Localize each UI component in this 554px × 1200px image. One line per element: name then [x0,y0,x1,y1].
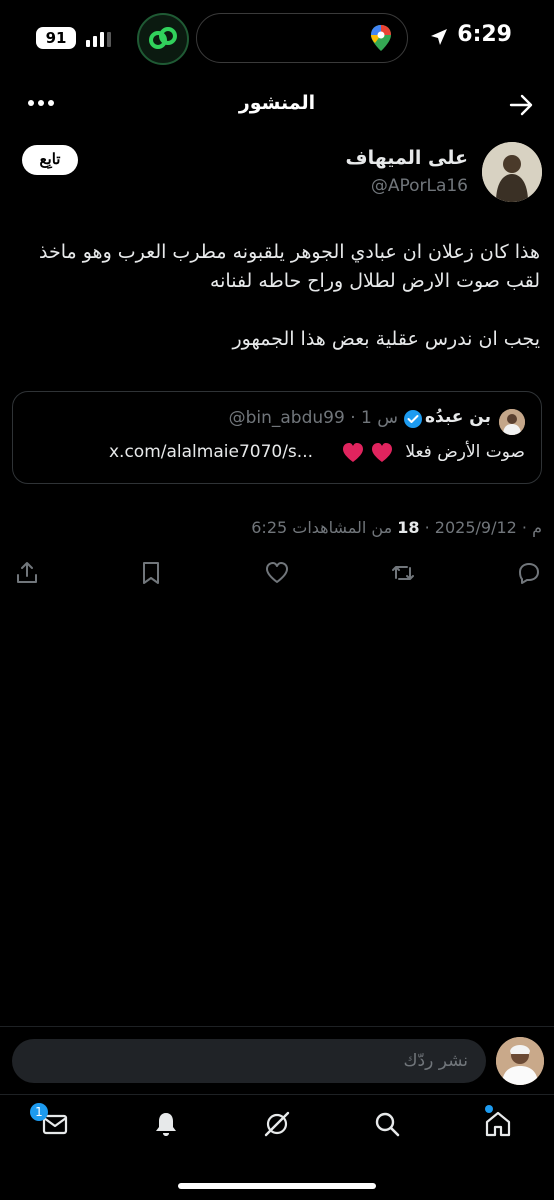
page-title: المنشور [238,92,316,114]
post-actions [0,560,554,590]
messages-badge: 1 [30,1103,48,1121]
quote-text: صوت الأرض فعلا [405,442,525,462]
signal-icon [86,29,112,47]
share-icon[interactable] [14,560,40,586]
bottom-navigation: 1 [0,1094,554,1164]
quoted-post-card[interactable]: بن عبدُه @bin_abdu99 · 1 س صوت الأرض فعل… [12,391,542,484]
repost-icon[interactable] [390,560,416,586]
status-time: 6:29 [457,22,512,47]
search-icon[interactable] [372,1109,402,1139]
follow-button[interactable]: تابِع [22,145,78,175]
author-name[interactable]: على الميهاف [346,147,468,169]
quote-avatar [499,409,525,435]
bookmark-icon[interactable] [138,560,164,586]
home-indicator [178,1183,376,1189]
reply-bar [0,1026,554,1092]
heart-emoji-icon [343,443,392,462]
my-avatar[interactable] [496,1037,544,1085]
more-horizontal-icon[interactable] [28,100,54,108]
status-bar: 6:29 91 [0,0,554,78]
post-meta: 6:25 م · 2025/9/12 · 18 من المشاهدات [251,518,542,537]
grok-icon[interactable] [262,1109,292,1139]
quote-author-name: بن عبدُه [424,407,491,427]
views-count: 18 [397,518,420,537]
home-notification-dot [485,1105,493,1113]
author-avatar[interactable] [482,142,542,202]
notifications-icon[interactable] [151,1109,181,1139]
location-arrow-icon [431,29,447,45]
views-label: من المشاهدات [292,518,398,537]
home-icon[interactable] [483,1109,513,1139]
author-handle[interactable]: @APorLa16 [371,176,468,196]
link-app-icon[interactable] [137,13,189,65]
quote-author-handle: @bin_abdu99 · 1 س [228,408,398,428]
post-header: المنشور [0,78,554,134]
quote-link[interactable]: x.com/alalmaie7070/s... [109,442,313,462]
verified-badge-icon [404,410,422,428]
like-icon[interactable] [264,560,290,586]
reply-input[interactable] [12,1039,486,1083]
reply-icon[interactable] [516,560,542,586]
battery-indicator: 91 [36,27,76,49]
post-text: هذا كان زعلان ان عبادي الجوهر يلقبونه مط… [39,241,540,350]
maps-icon[interactable] [370,24,392,52]
